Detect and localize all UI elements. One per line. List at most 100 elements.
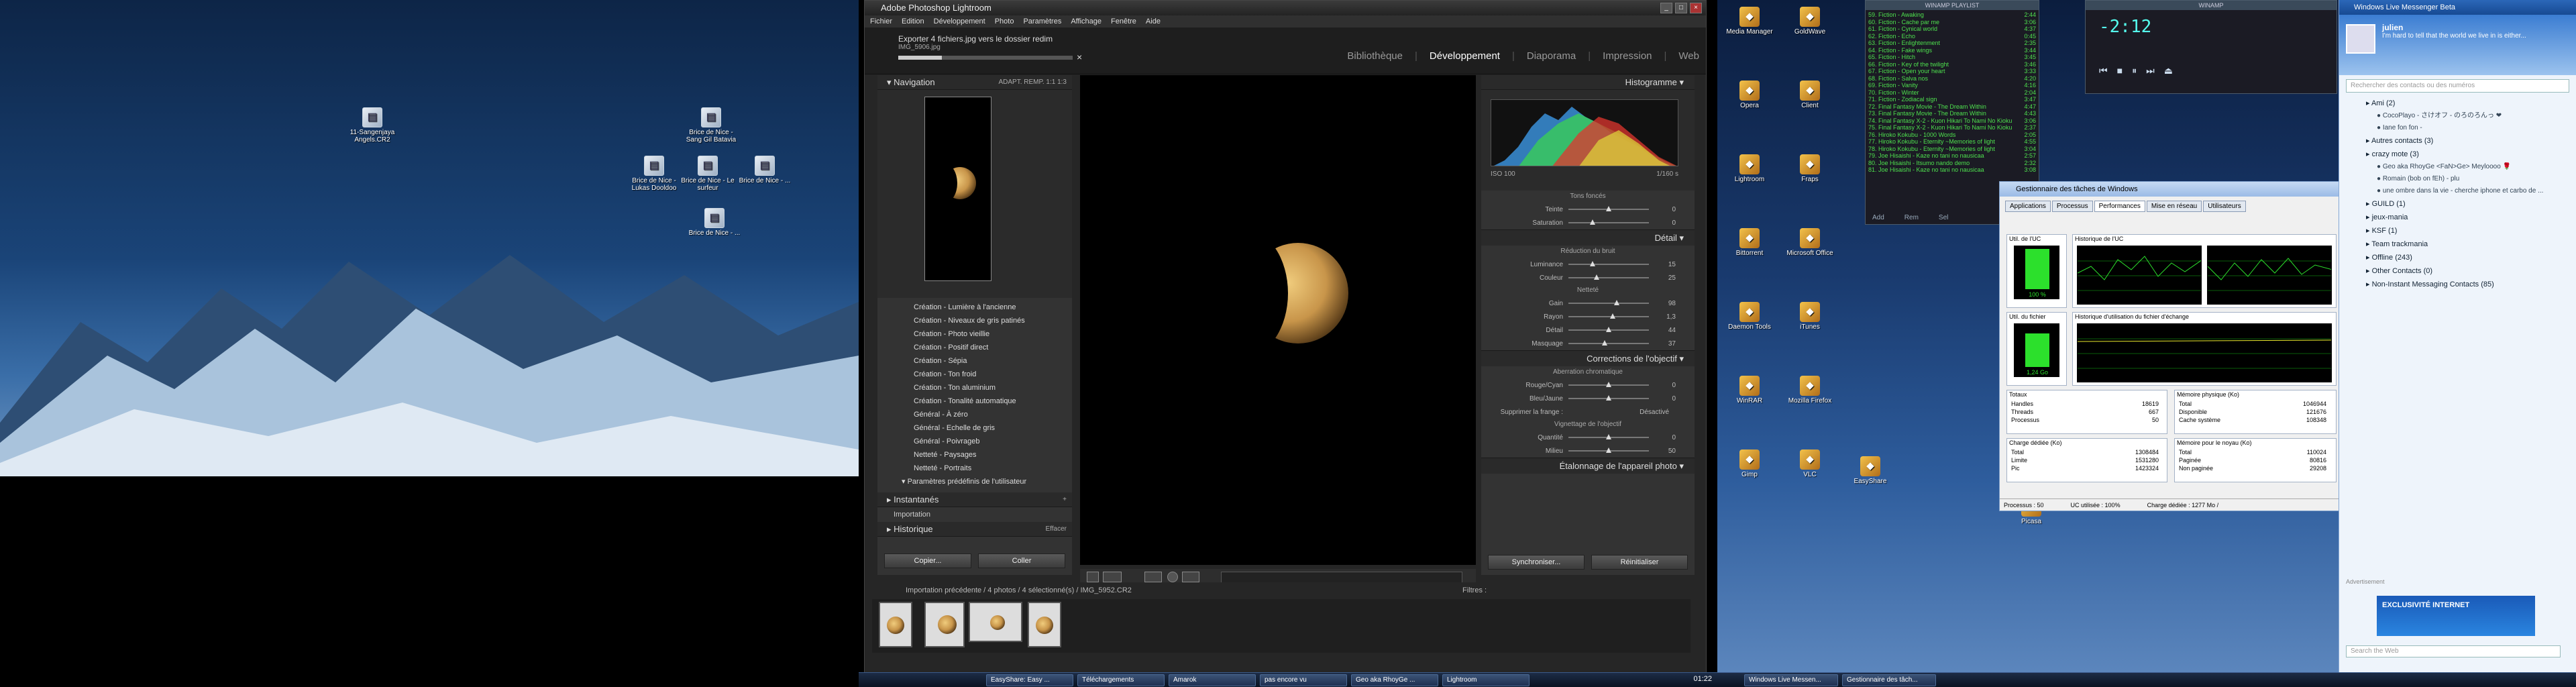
contact-group[interactable]: ▸ Autres contacts (3) xyxy=(2339,134,2576,148)
slider-track[interactable] xyxy=(1568,300,1649,305)
preset-item[interactable]: Création - Photo vieillie xyxy=(877,327,1072,341)
slider-handle[interactable] xyxy=(1590,219,1595,225)
menu-item[interactable]: Edition xyxy=(902,15,924,28)
filmstrip-thumb[interactable] xyxy=(924,602,965,647)
image-view[interactable] xyxy=(1080,75,1476,565)
playlist-track[interactable]: 69. Fiction - Vanity 4:16 xyxy=(1868,82,2036,89)
prev-icon[interactable]: ⏮ xyxy=(2099,65,2108,76)
playlist-track[interactable]: 77. Hiroko Kokubu - Eternity ~Memories o… xyxy=(1868,138,2036,146)
desktop-icon[interactable]: ◆ iTunes xyxy=(1782,302,1838,331)
window-titlebar[interactable]: Adobe Photoshop Lightroom _ □ × xyxy=(865,1,1706,15)
paste-settings-button[interactable]: Coller xyxy=(978,553,1065,568)
crop-tool-icon[interactable] xyxy=(1144,572,1162,582)
slider-value[interactable]: 0 xyxy=(1649,395,1676,403)
preset-item[interactable]: Netteté - Portraits xyxy=(877,462,1072,475)
slider-value[interactable]: 44 xyxy=(1649,327,1676,334)
menu-item[interactable]: Développement xyxy=(934,15,985,28)
compare-view-icon[interactable] xyxy=(1103,572,1122,582)
menu-item[interactable]: Fenêtre xyxy=(1111,15,1136,28)
slider-row[interactable]: Luminance 15 xyxy=(1481,258,1695,271)
taskbar-clock[interactable]: 01:22 xyxy=(1693,675,1712,683)
stop-icon[interactable]: ■ xyxy=(2117,65,2123,76)
playlist-track[interactable]: 65. Fiction - Hitch 3:45 xyxy=(1868,54,2036,61)
maximize-button[interactable]: □ xyxy=(1675,3,1687,13)
personal-message[interactable]: I'm hard to tell that the world we live … xyxy=(2382,32,2569,40)
defringe-value[interactable]: Désactivé xyxy=(1568,409,1669,416)
slider-row[interactable]: Masquage 37 xyxy=(1481,337,1695,350)
slider-track[interactable] xyxy=(1568,327,1649,332)
slider-track[interactable] xyxy=(1568,395,1649,401)
preset-item[interactable]: Général - Poivrageb xyxy=(877,435,1072,448)
slider-handle[interactable] xyxy=(1594,274,1599,280)
slider-value[interactable]: 0 xyxy=(1649,434,1676,441)
slider-value[interactable]: 0 xyxy=(1649,206,1676,213)
slider-row[interactable]: Saturation 0 xyxy=(1481,216,1695,229)
contact-group[interactable]: ▸ Other Contacts (0) xyxy=(2339,264,2576,278)
module-slideshow[interactable]: Diaporama xyxy=(1527,50,1576,62)
contact-group[interactable]: ▸ Non-Instant Messaging Contacts (85) xyxy=(2339,278,2576,291)
web-search-input[interactable]: Search the Web xyxy=(2346,645,2561,657)
contact-group[interactable]: ▸ Ami (2) xyxy=(2339,97,2576,110)
playlist-track[interactable]: 59. Fiction - Awaking 2:44 xyxy=(1868,11,2036,19)
preset-item[interactable]: Création - Tonalité automatique xyxy=(877,394,1072,408)
playlist-track[interactable]: 74. Final Fantasy X-2 - Kuon Hikari To N… xyxy=(1868,117,2036,125)
module-develop[interactable]: Développement xyxy=(1430,50,1500,62)
histogram-header[interactable]: Histogramme ▾ xyxy=(1481,75,1695,90)
desktop-icon[interactable]: ◆ WinRAR xyxy=(1721,376,1778,405)
slider-row[interactable]: Rayon 1,3 xyxy=(1481,310,1695,323)
menu-item[interactable]: Fichier xyxy=(870,15,892,28)
close-button[interactable]: × xyxy=(1690,3,1702,13)
lens-corrections-header[interactable]: Corrections de l'objectif ▾ xyxy=(1481,350,1695,366)
tab-applications[interactable]: Applications xyxy=(2005,201,2051,212)
preset-item[interactable]: Netteté - Paysages xyxy=(877,448,1072,462)
desktop-icon[interactable]: ▤ Brice de Nice - ... xyxy=(684,208,745,237)
slider-handle[interactable] xyxy=(1606,206,1611,211)
minimize-button[interactable]: _ xyxy=(1660,3,1672,13)
next-icon[interactable]: ⏭ xyxy=(2146,65,2155,76)
playlist-track[interactable]: 81. Joe Hisaishi - Kaze no tani no nausi… xyxy=(1868,166,2036,174)
slider-track[interactable] xyxy=(1568,340,1649,346)
playlist-track[interactable]: 75. Final Fantasy X-2 - Kuon Hikari To N… xyxy=(1868,124,2036,131)
desktop-icon[interactable]: ◆ EasyShare xyxy=(1842,456,1898,485)
contact-search-input[interactable]: Rechercher des contacts ou des numéros xyxy=(2346,79,2569,93)
playlist-track[interactable]: 80. Joe Hisaishi - Itsumo nando demo 2:32 xyxy=(1868,160,2036,167)
cancel-task-icon[interactable]: × xyxy=(1077,52,1082,62)
spot-removal-icon[interactable] xyxy=(1167,572,1178,582)
clear-history-button[interactable]: Effacer xyxy=(1046,522,1067,537)
preset-item[interactable]: Création - Positif direct xyxy=(877,341,1072,354)
preset-item[interactable]: Général - À zéro xyxy=(877,408,1072,421)
slider-value[interactable]: 25 xyxy=(1649,274,1676,282)
slider-handle[interactable] xyxy=(1606,395,1611,401)
slider-handle[interactable] xyxy=(1614,300,1619,305)
slider-handle[interactable] xyxy=(1606,382,1611,387)
slider-handle[interactable] xyxy=(1606,447,1611,453)
filmstrip-thumb[interactable] xyxy=(969,602,1022,642)
playlist-track[interactable]: 71. Fiction - Zodiacal sign 3:47 xyxy=(1868,96,2036,103)
playlist-track[interactable]: 61. Fiction - Cynical world 4:37 xyxy=(1868,25,2036,33)
desktop-icon[interactable]: ◆ Fraps xyxy=(1782,154,1838,183)
module-library[interactable]: Bibliothèque xyxy=(1347,50,1403,62)
desktop-icon[interactable]: ◆ VLC xyxy=(1782,450,1838,478)
slider-row[interactable]: Milieu 50 xyxy=(1481,444,1695,458)
taskbar-button[interactable]: EasyShare: Easy ... xyxy=(986,674,1073,686)
playlist-track[interactable]: 67. Fiction - Open your heart 3:33 xyxy=(1868,68,2036,75)
filmstrip-filters[interactable]: Filtres : xyxy=(1462,582,1487,598)
contact-group[interactable]: ▸ crazy mote (3) xyxy=(2339,148,2576,161)
slider-track[interactable] xyxy=(1568,313,1649,319)
desktop-icon[interactable]: ▤ 11-Sangenjaya Angels.CR2 xyxy=(342,107,402,144)
history-item[interactable]: Importation xyxy=(877,507,1072,522)
contact-item[interactable]: ● Romain (bob on fEh) - plu xyxy=(2339,173,2576,185)
slider-track[interactable] xyxy=(1568,219,1649,225)
red-eye-icon[interactable] xyxy=(1182,572,1199,582)
desktop-icon[interactable]: ▤ Brice de Nice - Sang Gil Batavia xyxy=(681,107,741,144)
desktop-icon[interactable]: ◆ Client xyxy=(1782,81,1838,109)
slider-handle[interactable] xyxy=(1590,261,1595,266)
preset-item[interactable]: Général - Echelle de gris xyxy=(877,421,1072,435)
navigator-preview[interactable] xyxy=(877,90,1072,298)
slider-value[interactable]: 15 xyxy=(1649,261,1676,268)
copy-settings-button[interactable]: Copier... xyxy=(884,553,971,568)
menu-item[interactable]: Paramètres xyxy=(1023,15,1061,28)
taskbar-button[interactable]: Gestionnaire des tâch... xyxy=(1842,674,1936,686)
contact-group[interactable]: ▸ Offline (243) xyxy=(2339,251,2576,264)
playlist-select-button[interactable]: Sel xyxy=(1939,214,1948,221)
